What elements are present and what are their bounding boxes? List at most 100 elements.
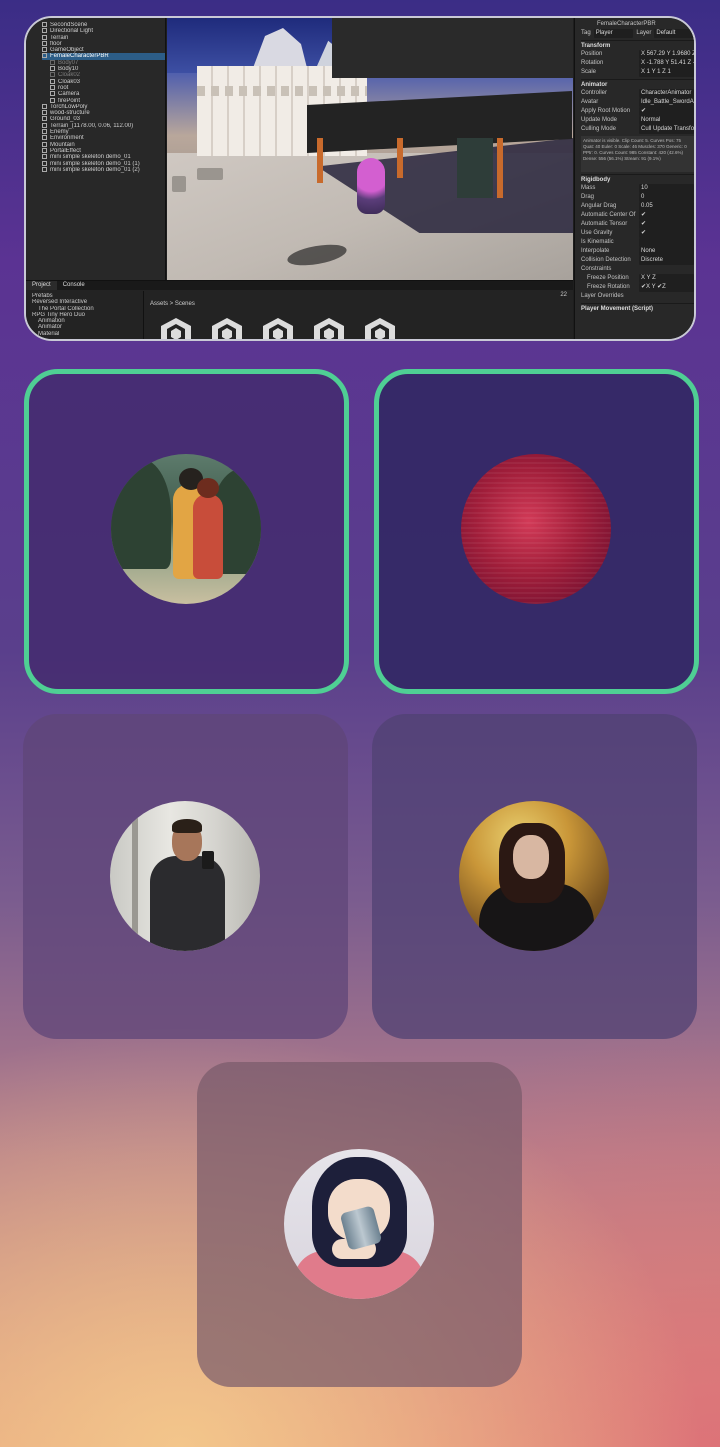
mirror-selfie-avatar — [110, 801, 260, 951]
unity-scene-icon[interactable] — [311, 316, 347, 341]
phone-shape — [202, 851, 214, 869]
tag-label: Tag — [581, 30, 591, 36]
anime-drinking-avatar — [284, 1149, 434, 1299]
gameobject-icon — [42, 166, 47, 172]
inspector-header: FemaleCharacterPBR — [581, 20, 694, 29]
update-mode-dropdown[interactable]: Normal — [639, 116, 694, 125]
transform-header[interactable]: Transform — [581, 40, 694, 50]
gameobject-icon — [50, 97, 55, 103]
red-blur-avatar — [461, 454, 611, 604]
gameobject-icon — [42, 116, 47, 122]
folder-item[interactable]: Material — [32, 331, 143, 337]
scene-post — [397, 138, 403, 178]
tag-dropdown[interactable]: Player — [593, 29, 634, 38]
gameobject-icon — [50, 91, 55, 97]
participant-tile[interactable] — [372, 714, 697, 1039]
auto-tensor-checkbox[interactable]: ✔ — [639, 220, 694, 229]
position-label: Position — [581, 51, 603, 57]
freeze-position-label: Freeze Position — [587, 275, 629, 281]
layer-label: Layer — [636, 30, 652, 36]
gameobject-icon — [42, 129, 47, 135]
animator-header[interactable]: Animator — [581, 79, 694, 89]
tab-project[interactable]: Project — [26, 281, 57, 290]
participant-tile-speaking[interactable] — [24, 369, 349, 694]
figure-head — [513, 835, 549, 879]
gameobject-icon — [42, 135, 47, 141]
root-motion-label: Apply Root Motion — [581, 108, 631, 114]
culling-mode-label: Culling Mode — [581, 126, 617, 132]
hierarchy-item[interactable]: mini simple skeleton demo_01 (2) — [42, 166, 165, 173]
unity-scene-icon[interactable] — [209, 316, 245, 341]
gameobject-icon — [42, 28, 47, 34]
asset-count: 22 — [560, 292, 567, 298]
avatar-field[interactable]: Idle_Battle_SwordAndS — [639, 98, 694, 107]
breadcrumb[interactable]: Assets > Scenes — [150, 301, 195, 307]
unity-scene-icon[interactable] — [362, 316, 398, 341]
scene-character[interactable] — [357, 158, 385, 214]
rigidbody-header[interactable]: Rigidbody — [581, 174, 694, 184]
avatar-label: Avatar — [581, 99, 599, 105]
tree-shape — [111, 459, 171, 569]
auto-center-label: Automatic Center Of — [581, 212, 636, 218]
rotation-field[interactable]: X -1.788 Y 51.41 Z -2.79 — [639, 59, 694, 68]
animator-info-box: Animator is visible. Clip Count: 5. Curv… — [581, 136, 694, 172]
project-tabs: Project Console — [26, 281, 573, 290]
gameobject-icon — [50, 72, 55, 78]
mass-field[interactable]: 10 — [639, 184, 694, 193]
constraints-label[interactable]: Constraints — [581, 265, 639, 274]
controller-field[interactable]: CharacterAnimator — [639, 89, 694, 98]
use-gravity-checkbox[interactable]: ✔ — [639, 229, 694, 238]
scale-field[interactable]: X 1 Y 1 Z 1 — [639, 68, 694, 77]
is-kinematic-checkbox[interactable] — [639, 238, 694, 247]
gameobject-icon — [42, 110, 47, 116]
object-name[interactable]: FemaleCharacterPBR — [581, 20, 656, 29]
is-kinematic-label: Is Kinematic — [581, 239, 614, 245]
freeze-rotation-checkboxes[interactable]: ✔X Y ✔Z — [639, 283, 694, 292]
gameobject-icon — [42, 34, 47, 40]
gameobject-icon — [42, 22, 47, 27]
inspector-panel: FemaleCharacterPBR Tag Player Layer Defa… — [574, 18, 694, 339]
unity-scene-icon[interactable] — [158, 316, 194, 341]
layer-overrides-label[interactable]: Layer Overrides — [581, 292, 639, 301]
scene-view[interactable] — [167, 18, 573, 280]
player-movement-header[interactable]: Player Movement (Script) — [581, 303, 694, 313]
gameobject-icon — [42, 103, 47, 109]
auto-center-checkbox[interactable]: ✔ — [639, 211, 694, 220]
gameobject-icon — [42, 147, 47, 153]
tab-console[interactable]: Console — [57, 281, 91, 290]
gameobject-icon — [42, 160, 47, 166]
layer-dropdown[interactable]: Default — [654, 29, 694, 38]
scale-label: Scale — [581, 69, 597, 75]
hierarchy-item[interactable]: Body07 — [42, 59, 165, 66]
controller-label: Controller — [581, 90, 608, 96]
root-motion-checkbox[interactable]: ✔ — [639, 107, 694, 116]
anime-couple-avatar — [111, 454, 261, 604]
auto-tensor-label: Automatic Tensor — [581, 221, 628, 227]
mass-label: Mass — [581, 185, 596, 191]
figure-head — [197, 478, 219, 498]
culling-mode-dropdown[interactable]: Cull Update Transforms — [639, 125, 694, 134]
interpolate-dropdown[interactable]: None — [639, 247, 694, 256]
gameobject-icon — [50, 84, 55, 90]
collision-dropdown[interactable]: Discrete — [639, 256, 694, 265]
figure-hair — [172, 819, 202, 833]
position-field[interactable]: X 567.29 Y 1.9680 Z 470.3 — [639, 50, 694, 59]
screen-share-tile[interactable]: SecondScene Directional Light Terrain fl… — [24, 16, 696, 341]
project-folder-tree: Prefabs Reversed Interactive The Portal … — [26, 291, 144, 339]
unity-scene-icon[interactable] — [260, 316, 296, 341]
interpolate-label: Interpolate — [581, 248, 610, 254]
participant-tile-speaking[interactable] — [374, 369, 699, 694]
freeze-position-checkboxes[interactable]: X Y Z — [639, 274, 694, 283]
scene-post — [497, 138, 503, 198]
girl-portrait-avatar — [459, 801, 609, 951]
freeze-rotation-label: Freeze Rotation — [587, 284, 630, 290]
gameobject-icon — [50, 78, 55, 84]
angular-drag-field[interactable]: 0.05 — [639, 202, 694, 211]
participant-tile[interactable] — [23, 714, 348, 1039]
hierarchy-item[interactable]: Cloak02 — [42, 72, 165, 78]
figure-shape — [150, 856, 225, 951]
participant-tile[interactable] — [197, 1062, 522, 1387]
gameobject-icon — [50, 59, 55, 65]
collision-label: Collision Detection — [581, 257, 631, 263]
drag-field[interactable]: 0 — [639, 193, 694, 202]
